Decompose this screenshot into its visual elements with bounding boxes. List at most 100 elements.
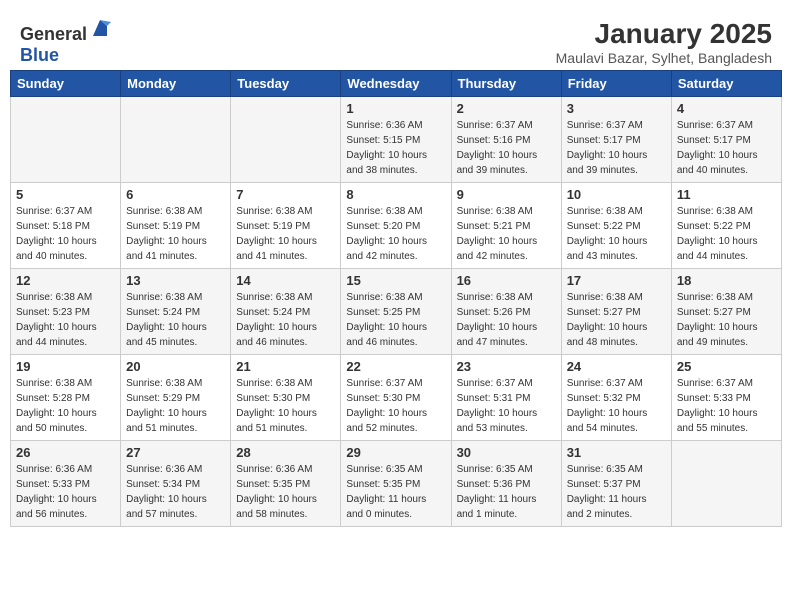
week-row-1: 1 Sunrise: 6:36 AMSunset: 5:15 PMDaylight… — [11, 97, 782, 183]
day-number: 30 — [457, 445, 556, 460]
day-info: Sunrise: 6:38 AMSunset: 5:22 PMDaylight:… — [567, 204, 666, 264]
day-number: 18 — [677, 273, 776, 288]
day-number: 5 — [16, 187, 115, 202]
day-info: Sunrise: 6:36 AMSunset: 5:15 PMDaylight:… — [346, 118, 445, 178]
logo-general: General — [20, 24, 87, 44]
day-number: 14 — [236, 273, 335, 288]
title-section: January 2025 Maulavi Bazar, Sylhet, Bang… — [556, 18, 772, 66]
header-saturday: Saturday — [671, 71, 781, 97]
day-cell: 24Sunrise: 6:37 AMSunset: 5:32 PMDayligh… — [561, 355, 671, 441]
day-number: 19 — [16, 359, 115, 374]
day-number: 28 — [236, 445, 335, 460]
day-number: 11 — [677, 187, 776, 202]
day-cell — [671, 441, 781, 527]
day-info: Sunrise: 6:35 AMSunset: 5:36 PMDaylight:… — [457, 462, 556, 522]
day-cell: 22Sunrise: 6:37 AMSunset: 5:30 PMDayligh… — [341, 355, 451, 441]
day-info: Sunrise: 6:37 AMSunset: 5:32 PMDaylight:… — [567, 376, 666, 436]
week-row-5: 26 Sunrise: 6:36 AMSunset: 5:33 PMDayligh… — [11, 441, 782, 527]
day-info: Sunrise: 6:38 AMSunset: 5:27 PMDaylight:… — [677, 290, 776, 350]
day-info: Sunrise: 6:38 AMSunset: 5:24 PMDaylight:… — [236, 290, 335, 350]
day-cell: 2 Sunrise: 6:37 AMSunset: 5:16 PMDaylight… — [451, 97, 561, 183]
day-number: 9 — [457, 187, 556, 202]
day-info: Sunrise: 6:38 AMSunset: 5:22 PMDaylight:… — [677, 204, 776, 264]
day-cell: 6Sunrise: 6:38 AMSunset: 5:19 PMDaylight… — [121, 183, 231, 269]
day-cell: 10 Sunrise: 6:38 AMSunset: 5:22 PMDayligh… — [561, 183, 671, 269]
header-wednesday: Wednesday — [341, 71, 451, 97]
day-cell: 30 Sunrise: 6:35 AMSunset: 5:36 PMDayligh… — [451, 441, 561, 527]
day-number: 4 — [677, 101, 776, 116]
header-sunday: Sunday — [11, 71, 121, 97]
day-cell: 29 Sunrise: 6:35 AMSunset: 5:35 PMDayligh… — [341, 441, 451, 527]
day-number: 17 — [567, 273, 666, 288]
day-info: Sunrise: 6:37 AMSunset: 5:16 PMDaylight:… — [457, 118, 556, 178]
day-number: 23 — [457, 359, 556, 374]
day-cell: 8 Sunrise: 6:38 AMSunset: 5:20 PMDaylight… — [341, 183, 451, 269]
day-cell: 19 Sunrise: 6:38 AMSunset: 5:28 PMDayligh… — [11, 355, 121, 441]
calendar-header-row: SundayMondayTuesdayWednesdayThursdayFrid… — [11, 71, 782, 97]
day-info: Sunrise: 6:37 AMSunset: 5:17 PMDaylight:… — [567, 118, 666, 178]
day-info: Sunrise: 6:38 AMSunset: 5:23 PMDaylight:… — [16, 290, 115, 350]
day-cell — [231, 97, 341, 183]
day-info: Sunrise: 6:36 AMSunset: 5:33 PMDaylight:… — [16, 462, 115, 522]
day-number: 26 — [16, 445, 115, 460]
day-cell — [11, 97, 121, 183]
day-number: 1 — [346, 101, 445, 116]
day-number: 12 — [16, 273, 115, 288]
day-number: 15 — [346, 273, 445, 288]
day-cell: 31Sunrise: 6:35 AMSunset: 5:37 PMDayligh… — [561, 441, 671, 527]
day-info: Sunrise: 6:36 AMSunset: 5:35 PMDaylight:… — [236, 462, 335, 522]
day-cell: 25Sunrise: 6:37 AMSunset: 5:33 PMDayligh… — [671, 355, 781, 441]
week-row-4: 19 Sunrise: 6:38 AMSunset: 5:28 PMDayligh… — [11, 355, 782, 441]
day-cell: 21Sunrise: 6:38 AMSunset: 5:30 PMDayligh… — [231, 355, 341, 441]
day-info: Sunrise: 6:37 AMSunset: 5:18 PMDaylight:… — [16, 204, 115, 264]
logo-blue: Blue — [20, 45, 59, 65]
day-number: 8 — [346, 187, 445, 202]
day-number: 10 — [567, 187, 666, 202]
day-info: Sunrise: 6:38 AMSunset: 5:29 PMDaylight:… — [126, 376, 225, 436]
calendar-subtitle: Maulavi Bazar, Sylhet, Bangladesh — [556, 50, 772, 66]
day-cell: 26 Sunrise: 6:36 AMSunset: 5:33 PMDayligh… — [11, 441, 121, 527]
day-cell: 15Sunrise: 6:38 AMSunset: 5:25 PMDayligh… — [341, 269, 451, 355]
day-number: 7 — [236, 187, 335, 202]
day-cell: 5 Sunrise: 6:37 AMSunset: 5:18 PMDaylight… — [11, 183, 121, 269]
day-cell: 1 Sunrise: 6:36 AMSunset: 5:15 PMDaylight… — [341, 97, 451, 183]
day-info: Sunrise: 6:37 AMSunset: 5:17 PMDaylight:… — [677, 118, 776, 178]
day-info: Sunrise: 6:37 AMSunset: 5:31 PMDaylight:… — [457, 376, 556, 436]
day-cell: 23 Sunrise: 6:37 AMSunset: 5:31 PMDayligh… — [451, 355, 561, 441]
day-info: Sunrise: 6:38 AMSunset: 5:26 PMDaylight:… — [457, 290, 556, 350]
day-cell: 14 Sunrise: 6:38 AMSunset: 5:24 PMDayligh… — [231, 269, 341, 355]
day-info: Sunrise: 6:38 AMSunset: 5:20 PMDaylight:… — [346, 204, 445, 264]
logo: General Blue — [20, 18, 111, 66]
header-friday: Friday — [561, 71, 671, 97]
day-cell: 16Sunrise: 6:38 AMSunset: 5:26 PMDayligh… — [451, 269, 561, 355]
day-number: 3 — [567, 101, 666, 116]
day-info: Sunrise: 6:38 AMSunset: 5:21 PMDaylight:… — [457, 204, 556, 264]
calendar-table: SundayMondayTuesdayWednesdayThursdayFrid… — [10, 70, 782, 527]
day-info: Sunrise: 6:38 AMSunset: 5:30 PMDaylight:… — [236, 376, 335, 436]
day-number: 6 — [126, 187, 225, 202]
day-info: Sunrise: 6:36 AMSunset: 5:34 PMDaylight:… — [126, 462, 225, 522]
page-header: General Blue January 2025 Maulavi Bazar,… — [10, 10, 782, 70]
day-cell: 4 Sunrise: 6:37 AMSunset: 5:17 PMDaylight… — [671, 97, 781, 183]
header-thursday: Thursday — [451, 71, 561, 97]
day-cell: 11 Sunrise: 6:38 AMSunset: 5:22 PMDayligh… — [671, 183, 781, 269]
calendar-title: January 2025 — [556, 18, 772, 50]
day-info: Sunrise: 6:35 AMSunset: 5:35 PMDaylight:… — [346, 462, 445, 522]
day-number: 27 — [126, 445, 225, 460]
logo-text: General Blue — [20, 18, 111, 66]
day-info: Sunrise: 6:38 AMSunset: 5:27 PMDaylight:… — [567, 290, 666, 350]
day-number: 25 — [677, 359, 776, 374]
week-row-2: 5 Sunrise: 6:37 AMSunset: 5:18 PMDaylight… — [11, 183, 782, 269]
day-cell: 9 Sunrise: 6:38 AMSunset: 5:21 PMDaylight… — [451, 183, 561, 269]
day-cell: 3 Sunrise: 6:37 AMSunset: 5:17 PMDaylight… — [561, 97, 671, 183]
day-cell: 13Sunrise: 6:38 AMSunset: 5:24 PMDayligh… — [121, 269, 231, 355]
day-number: 31 — [567, 445, 666, 460]
day-number: 2 — [457, 101, 556, 116]
logo-icon — [89, 18, 111, 40]
day-cell: 27 Sunrise: 6:36 AMSunset: 5:34 PMDayligh… — [121, 441, 231, 527]
day-number: 22 — [346, 359, 445, 374]
day-number: 20 — [126, 359, 225, 374]
day-info: Sunrise: 6:38 AMSunset: 5:28 PMDaylight:… — [16, 376, 115, 436]
day-number: 29 — [346, 445, 445, 460]
calendar-body: 1 Sunrise: 6:36 AMSunset: 5:15 PMDaylight… — [11, 97, 782, 527]
